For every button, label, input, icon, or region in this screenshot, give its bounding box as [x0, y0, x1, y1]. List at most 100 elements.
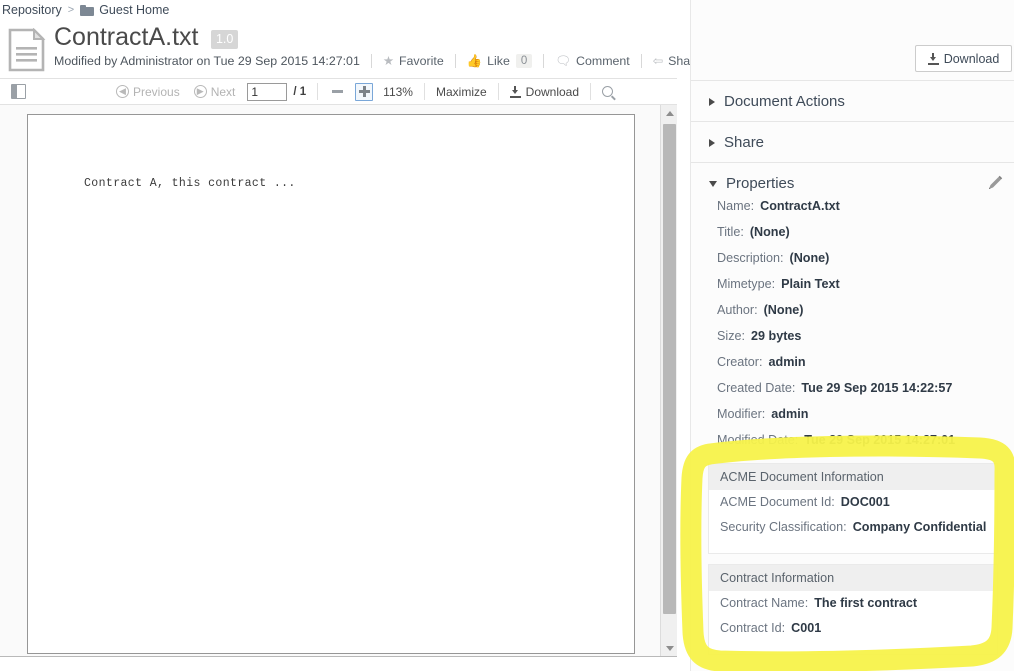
- page-total-label: / 1: [293, 86, 306, 98]
- document-page: Contract A, this contract ...: [27, 114, 635, 654]
- section-share-header[interactable]: Share: [691, 122, 1014, 163]
- page-title: ContractA.txt: [54, 22, 199, 52]
- property-label: Mimetype:: [717, 277, 775, 291]
- property-label: Modifier:: [717, 407, 765, 421]
- download-icon: [928, 53, 939, 65]
- modified-by-text: Modified by Administrator on Tue 29 Sep …: [54, 54, 360, 68]
- chevron-right-icon: ▶: [194, 85, 207, 98]
- breadcrumb-guest-home-link[interactable]: Guest Home: [99, 3, 169, 17]
- zoom-out-button[interactable]: [329, 83, 346, 100]
- divider: [641, 54, 642, 68]
- property-row: Modifier: admin: [691, 407, 1014, 433]
- chevron-left-icon: ◀: [116, 85, 129, 98]
- search-icon[interactable]: [602, 86, 613, 97]
- aspect-group-body: ACME Document Id: DOC001 Security Classi…: [709, 490, 997, 553]
- document-title-wrap: ContractA.txt 1.0: [54, 22, 238, 52]
- aspect-row: Security Classification: Company Confide…: [709, 520, 997, 545]
- document-info-panel: Download Document Actions Share Properti…: [690, 0, 1014, 671]
- viewer-toolbar: ◀ Previous ▶ Next / 1 113% Maximize: [0, 78, 677, 105]
- folder-icon: [80, 5, 94, 16]
- favorite-action[interactable]: ★ Favorite: [383, 54, 444, 68]
- download-button[interactable]: Download: [915, 45, 1012, 72]
- aspect-value: C001: [791, 621, 821, 635]
- like-label: Like: [487, 54, 510, 68]
- like-count-badge: 0: [516, 54, 532, 68]
- aspect-group-title: Contract Information: [709, 565, 997, 591]
- document-page-text: Contract A, this contract ...: [84, 177, 296, 190]
- section-properties-header[interactable]: Properties: [691, 163, 1014, 204]
- section-share[interactable]: Share: [691, 121, 1014, 163]
- property-label: Created Date:: [717, 381, 795, 395]
- property-label: Modified Date:: [717, 433, 798, 447]
- property-value: 29 bytes: [751, 329, 801, 343]
- toolbar-download-button[interactable]: Download: [510, 85, 579, 99]
- section-properties-label: Properties: [726, 175, 794, 192]
- aspect-group-title: ACME Document Information: [709, 464, 997, 490]
- section-document-actions[interactable]: Document Actions: [691, 80, 1014, 122]
- divider: [424, 83, 425, 100]
- toolbar-download-label: Download: [526, 85, 579, 99]
- property-label: Creator:: [717, 355, 763, 369]
- property-value: (None): [764, 303, 804, 317]
- property-row: Title: (None): [691, 225, 1014, 251]
- previous-label: Previous: [133, 85, 180, 99]
- property-value: (None): [790, 251, 830, 265]
- property-value: (None): [750, 225, 790, 239]
- property-row: Mimetype: Plain Text: [691, 277, 1014, 303]
- scroll-down-arrow-icon[interactable]: [661, 640, 677, 657]
- property-row: Author: (None): [691, 303, 1014, 329]
- favorite-label: Favorite: [399, 54, 444, 68]
- page-number-input[interactable]: [247, 83, 287, 101]
- sidebar-toggle-icon[interactable]: [11, 84, 26, 99]
- star-icon: ★: [383, 55, 394, 67]
- comment-action[interactable]: 🗨 Comment: [555, 54, 629, 68]
- property-label: Author:: [717, 303, 758, 317]
- zoom-in-button[interactable]: [355, 83, 373, 101]
- divider: [590, 83, 591, 100]
- aspect-row: Contract Name: The first contract: [709, 596, 997, 621]
- document-preview-column: Repository > Guest Home ContractA.txt 1.…: [0, 0, 690, 671]
- next-page-button[interactable]: ▶ Next: [194, 85, 236, 99]
- divider: [543, 54, 544, 68]
- property-label: Title:: [717, 225, 744, 239]
- divider: [498, 83, 499, 100]
- property-row: Size: 29 bytes: [691, 329, 1014, 355]
- scrollbar-thumb[interactable]: [663, 124, 676, 614]
- download-icon: [510, 86, 521, 98]
- property-label: Description:: [717, 251, 784, 265]
- aspect-value: The first contract: [814, 596, 917, 610]
- property-value: ContractA.txt: [760, 199, 840, 213]
- property-label: Size:: [717, 329, 745, 343]
- minus-icon: [332, 90, 343, 93]
- document-meta-row: Modified by Administrator on Tue 29 Sep …: [54, 54, 701, 68]
- aspect-label: Contract Id:: [720, 621, 785, 635]
- property-value: Tue 29 Sep 2015 14:27:01: [804, 433, 955, 447]
- property-value: Plain Text: [781, 277, 840, 291]
- property-row: Description: (None): [691, 251, 1014, 277]
- property-row: Creator: admin: [691, 355, 1014, 381]
- aspect-value: DOC001: [841, 495, 890, 509]
- divider: [317, 83, 318, 100]
- section-properties[interactable]: Properties: [691, 162, 1014, 204]
- aspect-group-acme-document-information: ACME Document Information ACME Document …: [708, 463, 998, 554]
- maximize-button[interactable]: Maximize: [436, 85, 487, 99]
- breadcrumb-separator: >: [68, 4, 74, 16]
- viewer-scrollbar[interactable]: [660, 105, 677, 657]
- pencil-icon[interactable]: [986, 174, 1004, 192]
- document-viewer: Contract A, this contract ...: [0, 105, 677, 657]
- breadcrumb-repository-link[interactable]: Repository: [2, 3, 62, 17]
- aspect-group-contract-information: Contract Information Contract Name: The …: [708, 564, 998, 655]
- divider: [371, 54, 372, 68]
- scroll-up-arrow-icon[interactable]: [661, 105, 677, 122]
- comment-icon: 🗨: [555, 55, 571, 67]
- property-row: Name: ContractA.txt: [691, 199, 1014, 225]
- previous-page-button[interactable]: ◀ Previous: [116, 85, 180, 99]
- zoom-level-label: 113%: [383, 85, 413, 99]
- property-label: Name:: [717, 199, 754, 213]
- properties-list: Name: ContractA.txt Title: (None) Descri…: [691, 199, 1014, 459]
- like-action[interactable]: 👍 Like 0: [467, 54, 533, 68]
- share-icon: ⇦: [653, 55, 663, 67]
- property-value: Tue 29 Sep 2015 14:22:57: [801, 381, 952, 395]
- section-document-actions-header[interactable]: Document Actions: [691, 81, 1014, 122]
- property-row: Modified Date: Tue 29 Sep 2015 14:27:01: [691, 433, 1014, 459]
